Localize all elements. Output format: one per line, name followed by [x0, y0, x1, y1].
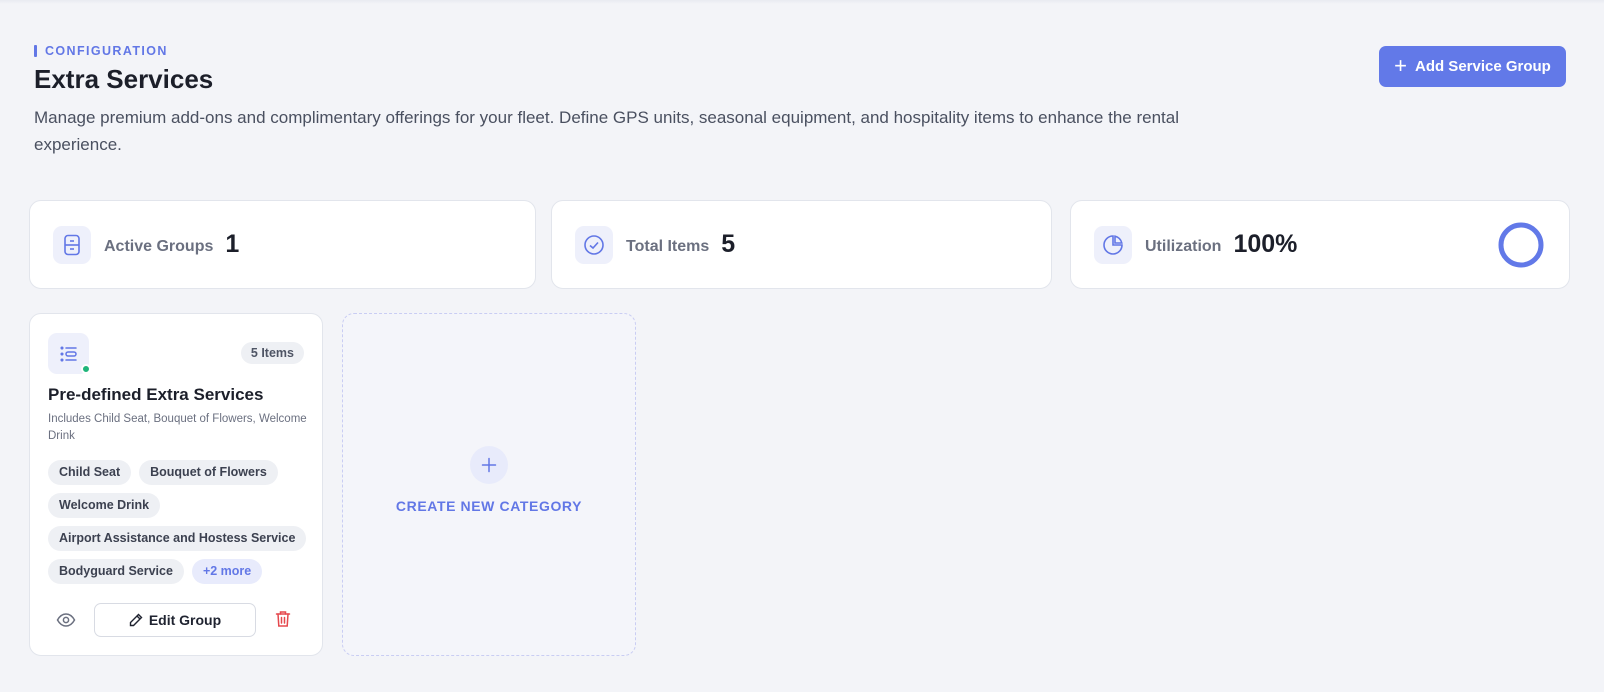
- service-tag: Bouquet of Flowers: [139, 460, 278, 485]
- group-title: Pre-defined Extra Services: [48, 385, 264, 404]
- trash-icon[interactable]: [275, 610, 291, 633]
- box-icon: [53, 225, 91, 264]
- page-header: CONFIGURATION Extra Services Manage prem…: [34, 44, 1284, 158]
- eye-icon[interactable]: [56, 611, 76, 634]
- top-bar-shadow: [0, 0, 1604, 4]
- group-description: Includes Child Seat, Bouquet of Flowers,…: [48, 413, 307, 442]
- service-tag: Bodyguard Service: [48, 559, 184, 584]
- stat-card-total-items: Total Items 5: [551, 200, 1052, 289]
- pencil-icon: [129, 613, 143, 627]
- card-actions: Edit Group: [48, 603, 310, 637]
- service-tag: Child Seat: [48, 460, 132, 485]
- stat-value: 1: [225, 230, 240, 258]
- edit-group-label: Edit Group: [148, 612, 222, 628]
- service-group-card: 5 Items Pre-defined Extra Services Inclu…: [29, 313, 323, 656]
- utilization-ring: [1498, 222, 1544, 268]
- eyebrow-label: CONFIGURATION: [45, 44, 168, 58]
- create-new-category-label: CREATE NEW CATEGORY: [395, 497, 583, 514]
- stat-label: Total Items: [626, 237, 710, 255]
- eyebrow-bar: [34, 45, 37, 57]
- plus-icon: [470, 445, 508, 484]
- stat-card-active-groups: Active Groups 1: [29, 200, 536, 289]
- stat-label: Utilization: [1145, 237, 1222, 255]
- service-tag: Welcome Drink: [48, 493, 161, 518]
- stat-value: 5: [721, 230, 736, 258]
- section-eyebrow: CONFIGURATION: [34, 44, 1284, 58]
- service-tags: Child Seat Bouquet of Flowers Welcome Dr…: [48, 460, 313, 584]
- edit-group-button[interactable]: Edit Group: [94, 603, 256, 637]
- create-new-category-card[interactable]: CREATE NEW CATEGORY: [342, 313, 636, 656]
- pie-chart-icon: [1094, 225, 1132, 264]
- add-service-group-button[interactable]: + Add Service Group: [1379, 46, 1566, 87]
- plus-icon: +: [1394, 52, 1407, 78]
- service-tag: Airport Assistance and Hostess Service: [48, 526, 307, 551]
- status-dot: [81, 364, 91, 374]
- item-count-badge: 5 Items: [240, 342, 304, 364]
- stat-value: 100%: [1233, 230, 1298, 258]
- page-title: Extra Services: [34, 64, 214, 94]
- page-subtitle: Manage premium add-ons and complimentary…: [34, 108, 1179, 154]
- add-service-group-label: Add Service Group: [1414, 58, 1551, 75]
- check-circle-icon: [575, 225, 613, 264]
- stat-label: Active Groups: [104, 237, 214, 255]
- more-tags-button[interactable]: +2 more: [191, 559, 263, 584]
- stat-card-utilization: Utilization 100%: [1070, 200, 1570, 289]
